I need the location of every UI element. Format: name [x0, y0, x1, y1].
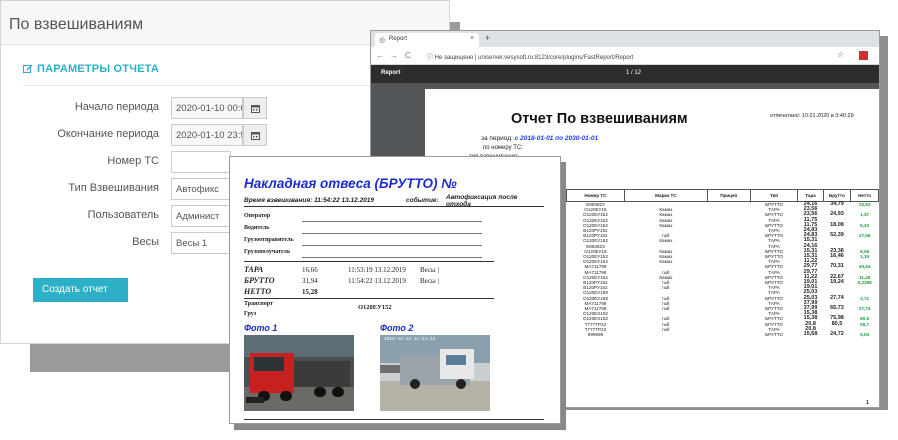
- extension-icon[interactable]: [859, 51, 868, 60]
- start-date-input[interactable]: 2020-01-10 00:00: [171, 97, 243, 119]
- weight-scale-tare: Весы |: [420, 266, 439, 274]
- col-trailer: Прицеп: [706, 189, 751, 202]
- calendar-icon: [250, 104, 260, 113]
- col-vehicle-brand: Марка ТС: [623, 189, 708, 202]
- report-vehicle-label: по номеру ТС:: [483, 145, 523, 151]
- photo2-label: Фото 2: [380, 323, 414, 333]
- back-button[interactable]: ←: [376, 51, 384, 60]
- col-type: Тип: [749, 189, 799, 202]
- report-period-prefix: за период:: [481, 135, 515, 142]
- invoice-event-label: событие:: [406, 197, 439, 204]
- invoice-time: Время взвешивания: 11:54:22 13.12.2019: [244, 197, 375, 204]
- table-cell: [707, 332, 750, 337]
- weight-scale-gross: Весы |: [420, 277, 439, 285]
- tab-title: Report: [389, 36, 408, 42]
- truck-photo-2: [380, 335, 490, 411]
- reload-button[interactable]: C: [405, 51, 411, 60]
- end-date-picker-button[interactable]: [243, 124, 267, 146]
- param-label-user: Пользователь: [87, 209, 159, 221]
- col-vehicle-number: Номер ТС: [566, 189, 625, 202]
- invoice-field-line: [302, 257, 482, 258]
- weight-value-tare: 16,66: [302, 266, 318, 274]
- invoice-field-line: [302, 221, 482, 222]
- photo1-label: Фото 1: [244, 323, 278, 333]
- report-period-value: с 2018-01-01 по 2030-01-01: [514, 135, 599, 142]
- create-report-button[interactable]: Создать отчет: [33, 278, 128, 302]
- table-cell: БРУТТО: [765, 332, 783, 338]
- col-net: Нетто: [850, 189, 879, 202]
- scales-select[interactable]: Весы 1: [171, 232, 231, 254]
- table-cell: 9,04: [860, 332, 870, 338]
- tab-bar: ◎ Report × +: [371, 31, 879, 47]
- globe-icon: ◎: [379, 37, 386, 44]
- truck-photo-1: [244, 335, 354, 411]
- invoice-field-operator: Оператор: [244, 213, 271, 219]
- table-cell: 24,72: [830, 331, 844, 338]
- param-label-vehicle: Номер ТС: [107, 155, 159, 167]
- bookmark-star-icon[interactable]: ☆: [837, 50, 844, 59]
- invoice-field-receiver: Грузополучатель: [244, 249, 291, 255]
- vehicle-number-input[interactable]: [171, 151, 231, 173]
- params-section-title: ПАРАМЕТРЫ ОТЧЕТА: [37, 63, 160, 75]
- forward-button[interactable]: →: [390, 51, 398, 60]
- col-tare: Тара: [797, 189, 824, 202]
- invoice-field-driver: Водитель: [244, 225, 270, 231]
- invoice-field-line: [302, 245, 482, 246]
- report-page-number: 1: [866, 400, 869, 406]
- invoice-cargo-label: Груз: [244, 311, 257, 317]
- stage: По взвешиваниям ПАРАМЕТРЫ ОТЧЕТА Начало …: [0, 0, 898, 440]
- photo2-timestamp: 2019-12-13 11:54:22: [384, 337, 436, 342]
- start-date-picker-button[interactable]: [243, 97, 267, 119]
- col-gross: Брутто: [822, 189, 852, 202]
- close-tab-icon[interactable]: ×: [470, 35, 474, 42]
- calendar-icon: [250, 131, 260, 140]
- param-label-start: Начало периода: [74, 101, 159, 113]
- param-label-end: Окончание периода: [57, 128, 159, 140]
- param-label-scales: Весы: [132, 236, 159, 248]
- invoice-rule-mid: [244, 261, 494, 262]
- photo1-image[interactable]: [244, 335, 354, 411]
- address-bar: ← → C ⓘ Не защищено | uniserver.vesysoft…: [371, 47, 879, 65]
- report-printed-date: отпечатано: 10.01.2020 в 3:40:29: [770, 113, 854, 119]
- invoice-transport-value: О120ЕУ152: [358, 304, 392, 311]
- report-name: Report: [381, 70, 401, 76]
- table-cell: 999999: [587, 332, 604, 338]
- edit-icon: [23, 64, 33, 73]
- user-select[interactable]: Админист: [171, 205, 231, 227]
- weighing-type-select[interactable]: Автофикс: [171, 178, 231, 200]
- end-date-input[interactable]: 2020-01-10 23:59: [171, 124, 243, 146]
- invoice-rule-bottom: [244, 419, 544, 420]
- params-divider: [23, 85, 429, 86]
- url-field[interactable]: ⓘ Не защищено | uniserver.vesysoft.ru:81…: [423, 50, 803, 62]
- weighing-invoice: Накладная отвеса (БРУТТО) № Время взвеши…: [229, 156, 561, 424]
- invoice-transport-label: Транспорт: [244, 301, 273, 307]
- invoice-rule-top: [244, 206, 544, 207]
- weight-value-net: 15,28: [302, 288, 318, 296]
- tab-report[interactable]: ◎ Report ×: [375, 33, 479, 47]
- invoice-field-line: [302, 233, 482, 234]
- report-toolbar: Report 1 / 12: [371, 65, 879, 83]
- page-indicator[interactable]: 1 / 12: [626, 70, 641, 76]
- report-period: за период: с 2018-01-01 по 2030-01-01: [481, 135, 598, 142]
- param-label-type: Тип Взвешивания: [68, 182, 159, 194]
- weight-label-tare: ТАРА: [244, 265, 264, 274]
- invoice-title: Накладная отвеса (БРУТТО) №: [244, 176, 457, 191]
- weight-label-net: НЕТТО: [244, 287, 272, 296]
- table-cell: [624, 332, 707, 337]
- new-tab-button[interactable]: +: [485, 33, 490, 43]
- params-section-header: ПАРАМЕТРЫ ОТЧЕТА: [23, 63, 159, 75]
- weight-label-gross: БРУТТО: [244, 276, 275, 285]
- report-title: Отчет По взвешиваниям: [511, 111, 688, 127]
- invoice-field-sender: Грузоотправитель: [244, 237, 294, 243]
- table-cell: 15,68: [803, 331, 818, 338]
- weight-value-gross: 31,94: [302, 277, 318, 285]
- weight-time-gross: 11:54:22 13.12.2019: [348, 277, 406, 285]
- weight-time-tare: 11:53:19 13.12.2019: [348, 266, 406, 274]
- photo2-image[interactable]: 2019-12-13 11:54:22: [380, 335, 490, 411]
- invoice-rule-weights: [244, 298, 494, 299]
